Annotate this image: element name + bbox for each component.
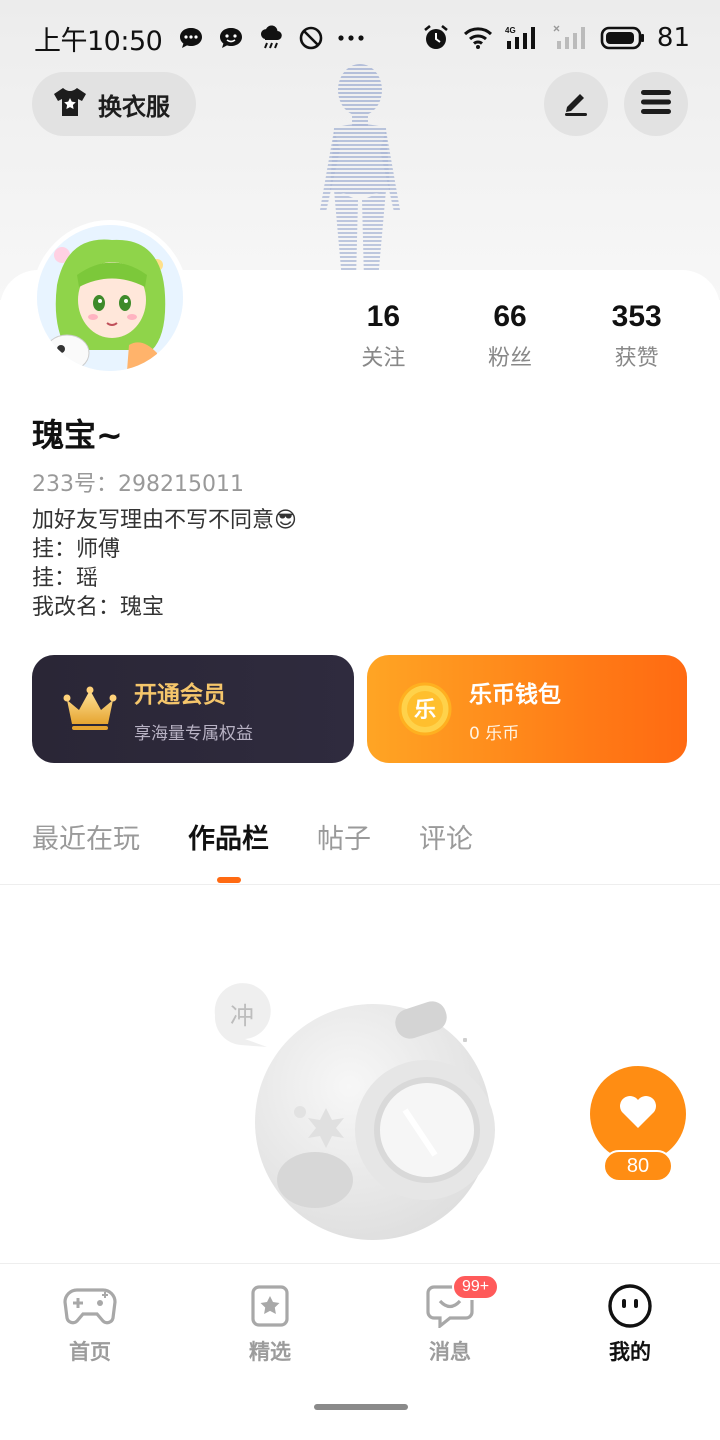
empty-state-illustration: 冲 xyxy=(214,983,495,1240)
stat-likes-label: 获赞 xyxy=(614,346,659,371)
status-bar: 上午10:50 4G 81 xyxy=(0,0,720,76)
vip-membership-card[interactable]: 开通会员 享海量专属权益 xyxy=(32,655,354,763)
battery-icon xyxy=(599,23,645,53)
stat-following-count: 16 xyxy=(366,300,401,333)
home-indicator[interactable] xyxy=(314,1404,408,1410)
status-time: 上午10:50 xyxy=(34,25,163,57)
stat-likes[interactable]: 353 获赞 xyxy=(573,300,700,372)
stat-likes-count: 353 xyxy=(611,300,662,333)
3d-avatar-figure[interactable] xyxy=(300,60,420,280)
wallet-title: 乐币钱包 xyxy=(469,681,561,708)
gamepad-icon xyxy=(62,1282,118,1330)
coin-wallet-card[interactable]: 乐 乐币钱包 0 乐币 xyxy=(367,655,687,763)
bottom-navigation: 首页 精选 99+ 消息 我的 xyxy=(0,1263,720,1440)
message-notification-icon xyxy=(176,23,206,53)
wallet-balance: 0 乐币 xyxy=(469,723,520,744)
stat-following-label: 关注 xyxy=(361,346,406,371)
stat-followers-label: 粉丝 xyxy=(488,346,533,371)
menu-icon xyxy=(640,88,672,120)
signal-no-service-icon xyxy=(553,23,587,53)
profile-tabs: 最近在玩 作品栏 帖子 评论 xyxy=(0,805,720,885)
signal-4g-icon: 4G xyxy=(505,23,541,53)
svg-text:4G: 4G xyxy=(505,26,516,35)
vip-subtitle: 享海量专属权益 xyxy=(134,723,253,744)
more-dots-icon xyxy=(336,23,366,53)
nav-me[interactable]: 我的 xyxy=(570,1282,690,1368)
menu-button[interactable] xyxy=(624,72,688,136)
heart-icon xyxy=(618,1094,658,1134)
edit-profile-button[interactable] xyxy=(544,72,608,136)
stat-followers-count: 66 xyxy=(493,300,527,333)
tab-posts[interactable]: 帖子 xyxy=(317,805,371,883)
bio-line: 挂：瑶 xyxy=(32,566,99,591)
tab-recently-played[interactable]: 最近在玩 xyxy=(32,805,140,883)
nav-me-label: 我的 xyxy=(609,1336,651,1368)
star-bookmark-icon xyxy=(242,1282,298,1330)
wifi-icon xyxy=(463,23,493,53)
nav-featured[interactable]: 精选 xyxy=(210,1282,330,1366)
username: 瑰宝~ xyxy=(32,416,123,454)
weather-rain-icon xyxy=(256,23,286,53)
tab-comments[interactable]: 评论 xyxy=(419,805,473,883)
like-count-badge: 80 xyxy=(603,1150,673,1182)
svg-text:乐: 乐 xyxy=(414,698,436,723)
face-icon xyxy=(602,1282,658,1330)
chat-icon: 99+ xyxy=(422,1274,500,1330)
nav-messages[interactable]: 99+ 消息 xyxy=(390,1274,510,1366)
svg-text:冲: 冲 xyxy=(230,1002,254,1030)
change-outfit-button[interactable]: 换衣服 xyxy=(32,72,196,136)
unread-badge: 99+ xyxy=(452,1274,500,1300)
nav-messages-label: 消息 xyxy=(429,1340,471,1364)
alarm-icon xyxy=(421,23,451,53)
do-not-disturb-icon xyxy=(296,23,326,53)
tshirt-icon xyxy=(52,86,88,122)
tab-works[interactable]: 作品栏 xyxy=(188,805,269,883)
coin-icon: 乐 xyxy=(395,679,455,739)
chat-notification-icon xyxy=(216,23,246,53)
crown-icon xyxy=(60,679,120,739)
battery-level: 81 xyxy=(656,23,690,53)
nav-home-label: 首页 xyxy=(69,1340,111,1364)
nav-home[interactable]: 首页 xyxy=(30,1282,150,1366)
change-outfit-label: 换衣服 xyxy=(98,92,170,121)
stat-followers[interactable]: 66 粉丝 xyxy=(447,300,574,372)
bio-line: 我改名：瑰宝 xyxy=(32,595,165,620)
bio-line: 加好友写理由不写不同意😎 xyxy=(32,508,297,533)
like-floating-button[interactable] xyxy=(590,1066,686,1162)
edit-icon xyxy=(561,87,591,121)
user-id[interactable]: 233号：298215011 xyxy=(32,466,244,498)
vip-title: 开通会员 xyxy=(134,681,226,708)
nav-featured-label: 精选 xyxy=(249,1340,291,1364)
avatar[interactable] xyxy=(32,220,188,376)
bio: 加好友写理由不写不同意😎 挂：师傅 挂：瑶 我改名：瑰宝 xyxy=(32,506,297,622)
stat-following[interactable]: 16 关注 xyxy=(320,300,447,372)
bio-line: 挂：师傅 xyxy=(32,537,121,562)
profile-stats: 16 关注 66 粉丝 353 获赞 xyxy=(320,300,700,372)
